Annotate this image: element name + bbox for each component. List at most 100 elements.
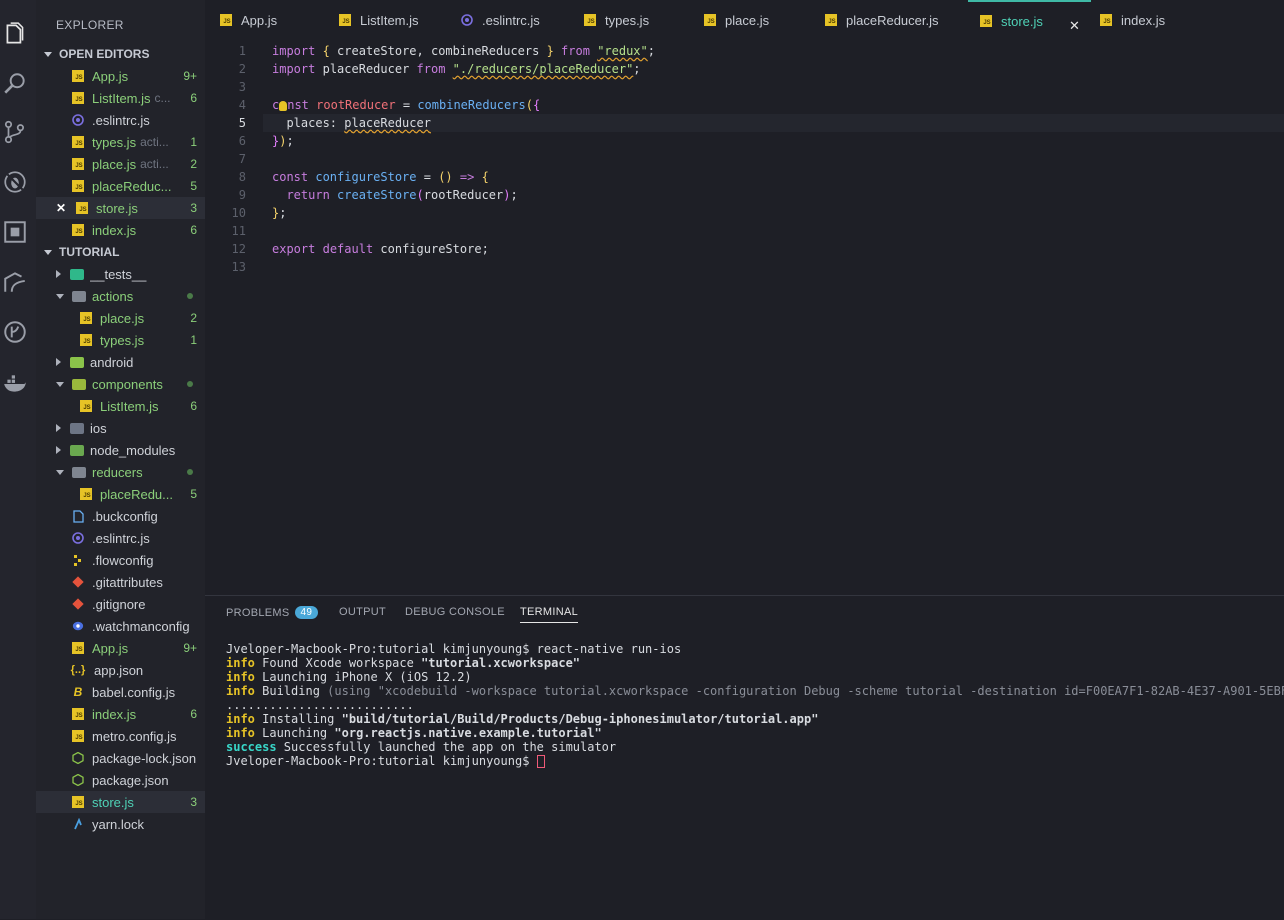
- js-file-icon: [339, 14, 351, 26]
- open-editor-item[interactable]: placeReduc...5: [36, 175, 205, 197]
- file-item[interactable]: metro.config.js: [36, 725, 205, 747]
- line-number: 2: [238, 62, 246, 76]
- js-file-icon: [72, 708, 84, 720]
- folder-item[interactable]: actions: [36, 285, 205, 307]
- folder-item[interactable]: ios: [36, 417, 205, 439]
- android-folder-icon: [70, 356, 84, 368]
- folder-item[interactable]: node_modules: [36, 439, 205, 461]
- open-editor-item-active[interactable]: ✕store.js3: [36, 197, 205, 219]
- file-item[interactable]: .gitignore: [36, 593, 205, 615]
- open-editor-item[interactable]: index.js6: [36, 219, 205, 241]
- js-file-icon: [80, 400, 92, 412]
- js-file-icon: [76, 202, 88, 214]
- folder-item[interactable]: components: [36, 373, 205, 395]
- close-icon[interactable]: ✕: [56, 201, 68, 215]
- line-number: 4: [238, 98, 246, 112]
- file-item[interactable]: ListItem.js6: [36, 395, 205, 417]
- node-modules-folder-icon: [70, 444, 84, 456]
- remote-icon[interactable]: [0, 267, 30, 297]
- tab-terminal[interactable]: TERMINAL: [520, 606, 579, 623]
- docker-icon[interactable]: [0, 369, 30, 399]
- extensions-icon[interactable]: [0, 217, 30, 247]
- tab-eslintrc-js[interactable]: .eslintrc.js: [461, 0, 579, 40]
- terminal-line: success Successfully launched the app on…: [226, 740, 617, 754]
- close-tab-icon[interactable]: ✕: [1069, 18, 1080, 34]
- project-header[interactable]: TUTORIAL: [36, 241, 205, 263]
- file-item[interactable]: package.json: [36, 769, 205, 791]
- babel-file-icon: B: [73, 685, 83, 699]
- file-item[interactable]: {..} app.json: [36, 659, 205, 681]
- open-editors-header[interactable]: OPEN EDITORS: [36, 43, 205, 65]
- line-number: 6: [238, 134, 246, 148]
- tab-output[interactable]: OUTPUT: [339, 606, 386, 618]
- chevron-down-icon: [56, 381, 64, 387]
- open-editor-item[interactable]: place.jsacti...2: [36, 153, 205, 175]
- problems-count-badge: 49: [294, 606, 319, 619]
- document-file-icon: [72, 509, 84, 523]
- file-item[interactable]: Bbabel.config.js: [36, 681, 205, 703]
- modified-dot: [187, 381, 193, 387]
- modified-dot: [187, 469, 193, 475]
- tab-listitem-js[interactable]: ListItem.js: [339, 0, 457, 40]
- tab-types-js[interactable]: types.js: [584, 0, 702, 40]
- gitlens-icon[interactable]: [0, 317, 30, 347]
- file-item[interactable]: package-lock.json: [36, 747, 205, 769]
- tab-problems[interactable]: PROBLEMS 49: [226, 606, 319, 619]
- chevron-right-icon: [56, 358, 61, 366]
- file-item[interactable]: .buckconfig: [36, 505, 205, 527]
- file-item[interactable]: .eslintrc.js: [36, 527, 205, 549]
- folder-item[interactable]: __tests__: [36, 263, 205, 285]
- tab-debug-console[interactable]: DEBUG CONSOLE: [405, 606, 505, 618]
- line-number: 3: [238, 80, 246, 94]
- file-item[interactable]: .flowconfig: [36, 549, 205, 571]
- file-item[interactable]: yarn.lock: [36, 813, 205, 835]
- terminal-line: info Installing "build/tutorial/Build/Pr…: [226, 712, 819, 726]
- line-number: 10: [231, 206, 246, 220]
- yarn-file-icon: [72, 818, 84, 830]
- modified-dot: [187, 293, 193, 299]
- open-editor-item[interactable]: ListItem.jsc...6: [36, 87, 205, 109]
- file-item[interactable]: index.js6: [36, 703, 205, 725]
- js-file-icon: [72, 136, 84, 148]
- file-item[interactable]: .gitattributes: [36, 571, 205, 593]
- search-icon[interactable]: [0, 69, 30, 99]
- file-item[interactable]: place.js2: [36, 307, 205, 329]
- js-file-icon: [72, 180, 84, 192]
- js-file-icon: [825, 14, 837, 26]
- explorer-icon[interactable]: [0, 19, 30, 49]
- terminal-prompt-line[interactable]: Jveloper-Macbook-Pro:tutorial kimjunyoun…: [226, 754, 545, 768]
- line-number: 8: [238, 170, 246, 184]
- folder-open-icon: [72, 290, 86, 302]
- terminal-line: info Launching "org.reactjs.native.examp…: [226, 726, 602, 740]
- terminal-line: info Launching iPhone X (iOS 12.2): [226, 670, 472, 684]
- tab-placereducer-js[interactable]: placeReducer.js: [825, 0, 965, 40]
- explorer-sidebar: EXPLORER OPEN EDITORS App.js9+ ListItem.…: [36, 0, 205, 919]
- flow-file-icon: [72, 554, 84, 566]
- tab-place-js[interactable]: place.js: [704, 0, 822, 40]
- ios-folder-icon: [70, 422, 84, 434]
- line-number: 5: [238, 116, 246, 130]
- code-editor[interactable]: 1 2 3 4 5 6 7 8 9 10 11 12 13 import { c…: [205, 40, 1284, 595]
- tab-app-js[interactable]: App.js: [220, 0, 338, 40]
- debug-icon[interactable]: [0, 167, 30, 197]
- js-file-icon: [72, 642, 84, 654]
- open-editor-item[interactable]: App.js9+: [36, 65, 205, 87]
- file-item[interactable]: .watchmanconfig: [36, 615, 205, 637]
- source-control-icon[interactable]: [0, 117, 30, 147]
- file-item[interactable]: placeRedu...5: [36, 483, 205, 505]
- eslint-file-icon: [461, 14, 473, 26]
- js-file-icon: [72, 92, 84, 104]
- tab-index-js[interactable]: index.js: [1100, 0, 1218, 40]
- git-file-icon: [72, 576, 84, 588]
- js-file-icon: [72, 70, 84, 82]
- terminal-line: info Building (using "xcodebuild -worksp…: [226, 684, 1284, 698]
- file-item[interactable]: App.js9+: [36, 637, 205, 659]
- open-editor-item[interactable]: .eslintrc.js: [36, 109, 205, 131]
- file-item-active[interactable]: store.js3: [36, 791, 205, 813]
- open-editor-item[interactable]: types.jsacti...1: [36, 131, 205, 153]
- terminal-line: info Found Xcode workspace "tutorial.xcw…: [226, 656, 581, 670]
- file-item[interactable]: types.js1: [36, 329, 205, 351]
- folder-item[interactable]: reducers: [36, 461, 205, 483]
- code-line: c nst rootReducer = combineReducers({: [272, 98, 541, 112]
- folder-item[interactable]: android: [36, 351, 205, 373]
